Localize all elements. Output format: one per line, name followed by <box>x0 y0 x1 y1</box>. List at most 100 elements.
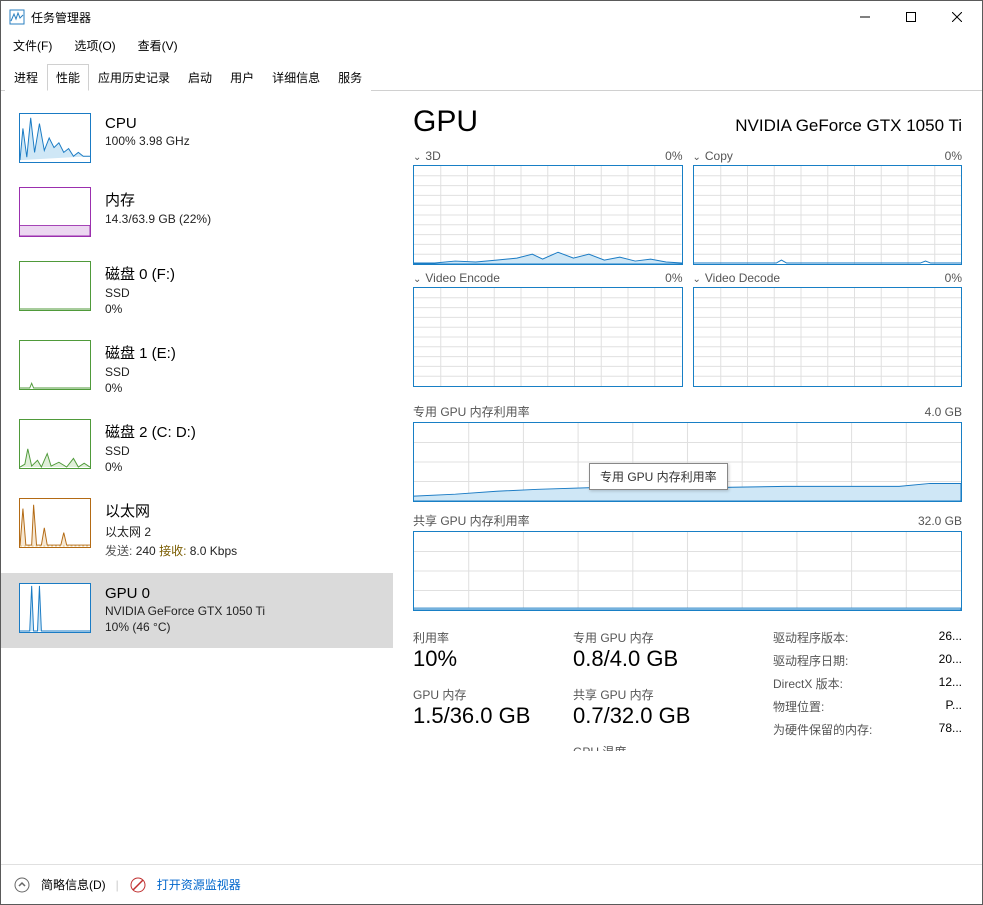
collapse-icon[interactable] <box>13 876 31 894</box>
sidebar-item-sub: SSD <box>105 444 196 458</box>
chart-label-3d[interactable]: 3D <box>425 149 440 163</box>
stat-value: 1.5/36.0 GB <box>413 703 563 729</box>
chevron-down-icon[interactable]: ⌄ <box>413 274 421 285</box>
page-title: GPU <box>413 105 478 139</box>
chart-3d[interactable] <box>413 165 683 265</box>
sidebar-item-label: 磁盘 1 (E:) <box>105 342 176 363</box>
sidebar-item-sub2: 10% (46 °C) <box>105 620 265 634</box>
brief-info-button[interactable]: 简略信息(D) <box>41 876 106 893</box>
chart-value-video-decode: 0% <box>945 271 962 285</box>
chevron-down-icon[interactable]: ⌄ <box>413 152 421 163</box>
sidebar-item-label: CPU <box>105 115 190 132</box>
sidebar-item-ethernet[interactable]: 以太网 以太网 2 发送: 240 接收: 8.0 Kbps <box>1 488 393 573</box>
stat-key: DirectX 版本: <box>773 675 843 692</box>
stat-val: 12... <box>939 675 962 692</box>
disk0-mini-graph <box>19 261 91 311</box>
sidebar-item-label: 内存 <box>105 189 211 210</box>
sidebar-item-disk2[interactable]: 磁盘 2 (C: D:) SSD 0% <box>1 409 393 488</box>
sidebar-item-cpu[interactable]: CPU 100% 3.98 GHz <box>1 103 393 177</box>
sidebar-item-sub: SSD <box>105 365 176 379</box>
sidebar[interactable]: CPU 100% 3.98 GHz 内存 14.3/63.9 GB (22%) <box>1 91 393 864</box>
window-title: 任务管理器 <box>31 9 842 26</box>
chart-video-decode[interactable] <box>693 287 963 387</box>
chart-dedicated-memory[interactable]: 专用 GPU 内存利用率 <box>413 422 962 502</box>
tab-strip: 进程 性能 应用历史记录 启动 用户 详细信息 服务 <box>1 63 982 91</box>
stat-val: 26... <box>939 629 962 646</box>
footer: 简略信息(D) | 打开资源监视器 <box>1 864 982 904</box>
chart-label-video-decode[interactable]: Video Decode <box>705 271 780 285</box>
stat-value: 10% <box>413 646 563 672</box>
stat-val: P... <box>946 698 962 715</box>
maximize-button[interactable] <box>888 2 934 32</box>
chart-video-encode[interactable] <box>413 287 683 387</box>
sidebar-item-disk0[interactable]: 磁盘 0 (F:) SSD 0% <box>1 251 393 330</box>
resource-monitor-icon <box>129 876 147 894</box>
sidebar-item-sub: SSD <box>105 286 175 300</box>
sidebar-item-sub2: 0% <box>105 381 176 395</box>
shared-mem-label: 共享 GPU 内存利用率 <box>413 512 530 529</box>
menu-options[interactable]: 选项(O) <box>70 35 119 56</box>
stat-label: 利用率 <box>413 629 563 646</box>
tab-services[interactable]: 服务 <box>329 64 371 91</box>
tab-processes[interactable]: 进程 <box>5 64 47 91</box>
chart-label-copy[interactable]: Copy <box>705 149 733 163</box>
stat-label: 专用 GPU 内存 <box>573 629 733 646</box>
gpu-name: NVIDIA GeForce GTX 1050 Ti <box>735 116 962 136</box>
sidebar-item-sub2: 发送: 240 接收: 8.0 Kbps <box>105 542 237 559</box>
tab-app-history[interactable]: 应用历史记录 <box>89 64 179 91</box>
shared-mem-max: 32.0 GB <box>918 514 962 528</box>
sidebar-item-sub: NVIDIA GeForce GTX 1050 Ti <box>105 604 265 618</box>
tooltip: 专用 GPU 内存利用率 <box>589 463 728 490</box>
open-resource-monitor-link[interactable]: 打开资源监视器 <box>157 876 241 893</box>
sidebar-item-disk1[interactable]: 磁盘 1 (E:) SSD 0% <box>1 330 393 409</box>
sidebar-item-label: 以太网 <box>105 500 237 521</box>
titlebar[interactable]: 任务管理器 <box>1 1 982 33</box>
stat-key: 驱动程序日期: <box>773 652 848 669</box>
sidebar-item-sub2: 0% <box>105 460 196 474</box>
chevron-down-icon[interactable]: ⌄ <box>693 152 701 163</box>
chart-value-video-encode: 0% <box>665 271 682 285</box>
app-icon <box>9 9 25 25</box>
close-button[interactable] <box>934 2 980 32</box>
chart-label-video-encode[interactable]: Video Encode <box>425 271 500 285</box>
stat-label: GPU 内存 <box>413 686 563 703</box>
sidebar-item-memory[interactable]: 内存 14.3/63.9 GB (22%) <box>1 177 393 251</box>
gpu0-mini-graph <box>19 583 91 633</box>
stat-key: 驱动程序版本: <box>773 629 848 646</box>
divider: | <box>116 878 119 892</box>
dedicated-mem-label: 专用 GPU 内存利用率 <box>413 403 530 420</box>
main-panel: GPU NVIDIA GeForce GTX 1050 Ti ⌄ 3D 0% <box>393 91 982 864</box>
ethernet-mini-graph <box>19 498 91 548</box>
disk2-mini-graph <box>19 419 91 469</box>
cpu-mini-graph <box>19 113 91 163</box>
tab-users[interactable]: 用户 <box>221 64 263 91</box>
chevron-down-icon[interactable]: ⌄ <box>693 274 701 285</box>
chart-value-3d: 0% <box>665 149 682 163</box>
sidebar-item-label: 磁盘 0 (F:) <box>105 263 175 284</box>
stats-panel: 利用率 10% 专用 GPU 内存 0.8/4.0 GB GPU 内存 1.5/… <box>413 629 962 751</box>
dedicated-mem-max: 4.0 GB <box>925 405 962 419</box>
sidebar-item-sub: 100% 3.98 GHz <box>105 134 190 148</box>
stat-label: GPU 温度 <box>573 743 733 751</box>
tab-startup[interactable]: 启动 <box>179 64 221 91</box>
chart-value-copy: 0% <box>945 149 962 163</box>
stat-label: 共享 GPU 内存 <box>573 686 733 703</box>
menu-view[interactable]: 查看(V) <box>134 35 182 56</box>
stat-key: 为硬件保留的内存: <box>773 721 872 738</box>
sidebar-item-label: GPU 0 <box>105 585 265 602</box>
chart-copy[interactable] <box>693 165 963 265</box>
stat-val: 78... <box>939 721 962 738</box>
stat-val: 20... <box>939 652 962 669</box>
tab-performance[interactable]: 性能 <box>47 64 89 91</box>
chart-shared-memory[interactable] <box>413 531 962 611</box>
sidebar-item-gpu0[interactable]: GPU 0 NVIDIA GeForce GTX 1050 Ti 10% (46… <box>1 573 393 648</box>
tab-details[interactable]: 详细信息 <box>263 64 329 91</box>
menubar: 文件(F) 选项(O) 查看(V) <box>1 33 982 57</box>
memory-mini-graph <box>19 187 91 237</box>
stat-key: 物理位置: <box>773 698 824 715</box>
sidebar-item-sub: 以太网 2 <box>105 523 237 540</box>
minimize-button[interactable] <box>842 2 888 32</box>
sidebar-item-label: 磁盘 2 (C: D:) <box>105 421 196 442</box>
stat-value: 0.7/32.0 GB <box>573 703 733 729</box>
menu-file[interactable]: 文件(F) <box>9 35 56 56</box>
